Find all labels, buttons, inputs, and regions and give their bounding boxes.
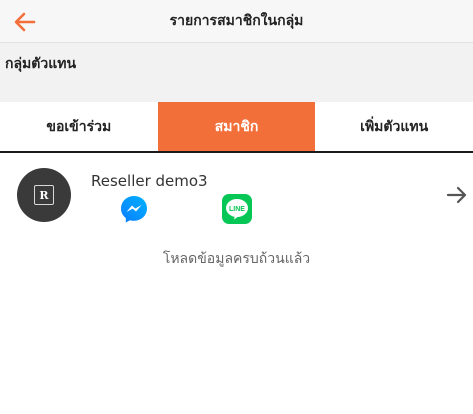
- svg-text:LINE: LINE: [229, 206, 245, 213]
- tab-add-agent[interactable]: เพิ่มตัวแทน: [315, 102, 473, 151]
- member-list-item[interactable]: R Reseller demo3 LINE: [0, 153, 473, 235]
- arrow-right-icon[interactable]: [445, 183, 469, 207]
- line-app-icon[interactable]: LINE: [222, 194, 252, 224]
- avatar: R: [17, 168, 71, 222]
- avatar-letter: R: [34, 185, 54, 205]
- load-status-text: โหลดข้อมูลครบถ้วนแล้ว: [162, 251, 311, 267]
- page-title: รายการสมาชิกในกลุ่ม: [169, 13, 304, 29]
- tab-members[interactable]: สมาชิก: [157, 102, 316, 151]
- top-bar: รายการสมาชิกในกลุ่ม: [0, 0, 473, 43]
- group-section: กลุ่มตัวแทน: [0, 43, 473, 102]
- tab-bar: ขอเข้าร่วม สมาชิก เพิ่มตัวแทน: [0, 102, 473, 153]
- tab-join-requests[interactable]: ขอเข้าร่วม: [0, 102, 158, 151]
- messenger-icon[interactable]: [119, 194, 149, 224]
- group-label: กลุ่มตัวแทน: [5, 56, 77, 72]
- member-name: Reseller demo3: [91, 172, 208, 190]
